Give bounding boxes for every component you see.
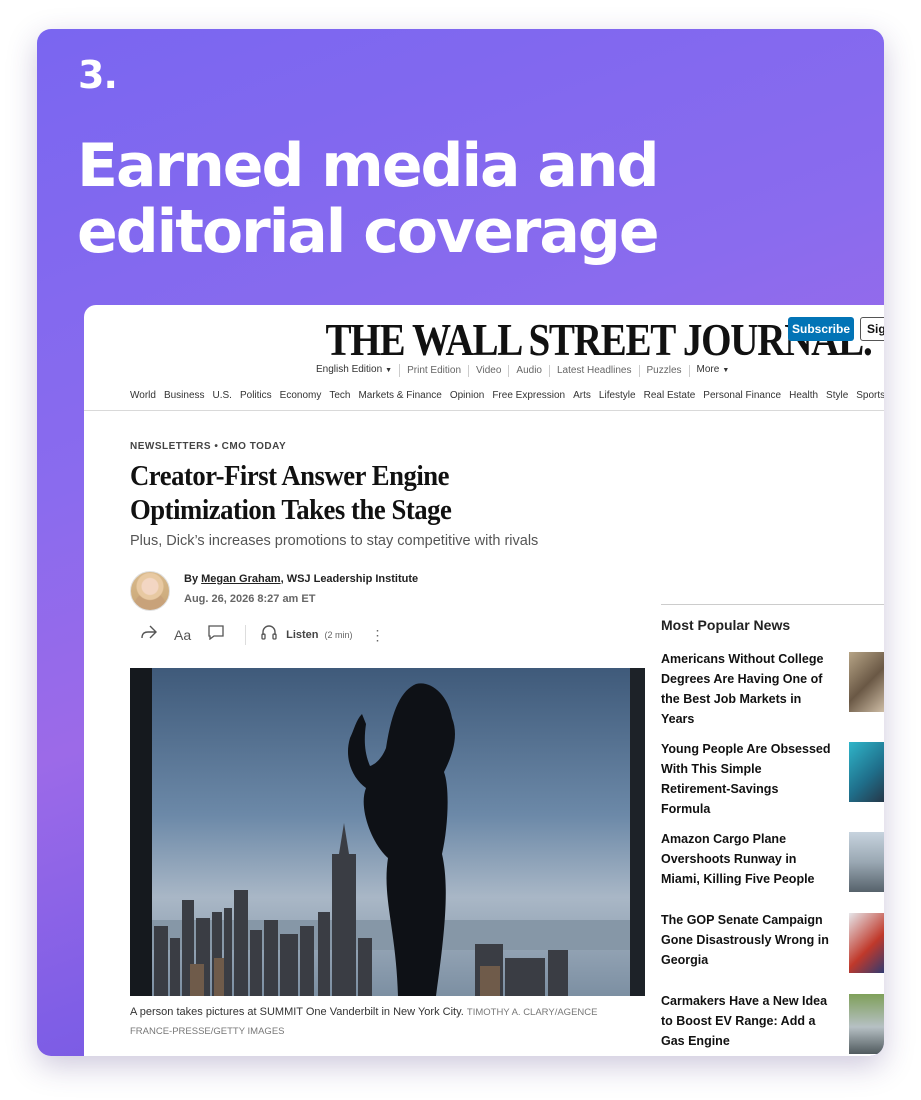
article-dek: Plus, Dick’s increases promotions to sta… xyxy=(130,533,539,549)
listen-button[interactable]: Listen xyxy=(286,629,318,641)
article-title: Creator-First Answer Engine Optimization… xyxy=(130,460,452,526)
sign-in-button[interactable]: Sig xyxy=(860,317,884,341)
nav-economy[interactable]: Economy xyxy=(280,390,322,401)
main-nav: World Business U.S. Politics Economy Tec… xyxy=(130,390,884,401)
toolbar-divider xyxy=(245,625,247,645)
nav-business[interactable]: Business xyxy=(164,390,205,401)
popular-item[interactable]: Young People Are Obsessed With This Simp… xyxy=(661,739,831,819)
byline-prefix: By xyxy=(184,573,202,585)
edition-selector[interactable]: English Edition ▼ xyxy=(309,364,401,377)
author-org: , WSJ Leadership Institute xyxy=(280,573,419,585)
nav-free-expression[interactable]: Free Expression xyxy=(492,390,565,401)
nav-us[interactable]: U.S. xyxy=(213,390,232,401)
masthead: THE WALL STREET JOURNAL. Subscribe Sig E… xyxy=(84,305,884,411)
author-avatar[interactable] xyxy=(130,571,170,611)
subnav-more[interactable]: More ▼ xyxy=(690,364,737,377)
nav-world[interactable]: World xyxy=(130,390,156,401)
nav-politics[interactable]: Politics xyxy=(240,390,272,401)
subnav-video[interactable]: Video xyxy=(469,364,510,377)
article-tools: Aa Listen (2 min) ⋮ xyxy=(140,624,385,646)
slide-card: 3. Earned media and editorial coverage T… xyxy=(37,29,884,1056)
nav-personal-finance[interactable]: Personal Finance xyxy=(703,390,781,401)
subnav-latest-headlines[interactable]: Latest Headlines xyxy=(550,364,640,377)
slide-headline: Earned media and editorial coverage xyxy=(77,131,660,267)
share-icon[interactable] xyxy=(140,624,158,647)
popular-thumbnail[interactable] xyxy=(849,832,884,892)
popular-thumbnail[interactable] xyxy=(849,652,884,712)
hero-image xyxy=(130,668,645,996)
chevron-down-icon: ▼ xyxy=(722,367,730,374)
popular-thumbnail[interactable] xyxy=(849,742,884,802)
wsj-article-screenshot: THE WALL STREET JOURNAL. Subscribe Sig E… xyxy=(84,305,884,1056)
step-number: 3. xyxy=(78,53,118,97)
wsj-logo[interactable]: THE WALL STREET JOURNAL. xyxy=(326,313,873,366)
subnav-print-edition[interactable]: Print Edition xyxy=(400,364,470,377)
popular-item[interactable]: The GOP Senate Campaign Gone Disastrousl… xyxy=(661,910,831,970)
subnav-audio[interactable]: Audio xyxy=(509,364,550,377)
popular-thumbnail[interactable] xyxy=(849,913,884,973)
comment-icon[interactable] xyxy=(207,624,225,647)
more-options-icon[interactable]: ⋮ xyxy=(371,627,385,644)
sidebar-divider xyxy=(661,604,884,605)
byline: By Megan Graham, WSJ Leadership Institut… xyxy=(184,573,418,585)
chevron-down-icon: ▼ xyxy=(385,367,393,374)
nav-markets-finance[interactable]: Markets & Finance xyxy=(358,390,441,401)
edition-subnav: English Edition ▼ Print Edition Video Aud… xyxy=(309,364,736,377)
subnav-puzzles[interactable]: Puzzles xyxy=(640,364,690,377)
image-caption: A person takes pictures at SUMMIT One Va… xyxy=(130,1003,630,1041)
popular-item[interactable]: Americans Without College Degrees Are Ha… xyxy=(661,649,831,729)
text-size-icon[interactable]: Aa xyxy=(174,624,191,646)
popular-item[interactable]: Carmakers Have a New Idea to Boost EV Ra… xyxy=(661,991,831,1051)
nav-tech[interactable]: Tech xyxy=(329,390,350,401)
nav-sports[interactable]: Sports xyxy=(856,390,884,401)
nav-real-estate[interactable]: Real Estate xyxy=(644,390,696,401)
nav-opinion[interactable]: Opinion xyxy=(450,390,484,401)
caption-text: A person takes pictures at SUMMIT One Va… xyxy=(130,1006,464,1018)
author-link[interactable]: Megan Graham xyxy=(201,573,280,585)
nav-lifestyle[interactable]: Lifestyle xyxy=(599,390,636,401)
publish-date: Aug. 26, 2026 8:27 am ET xyxy=(184,593,316,605)
nav-arts[interactable]: Arts xyxy=(573,390,591,401)
popular-thumbnail[interactable] xyxy=(849,994,884,1054)
subscribe-button[interactable]: Subscribe xyxy=(788,317,854,341)
listen-duration: (2 min) xyxy=(324,630,353,640)
popular-item[interactable]: Amazon Cargo Plane Overshoots Runway in … xyxy=(661,829,831,889)
most-popular-heading: Most Popular News xyxy=(661,617,791,633)
nav-style[interactable]: Style xyxy=(826,390,848,401)
article-kicker[interactable]: NEWSLETTERS • CMO TODAY xyxy=(130,441,286,452)
headphones-icon[interactable] xyxy=(260,624,278,647)
nav-health[interactable]: Health xyxy=(789,390,818,401)
